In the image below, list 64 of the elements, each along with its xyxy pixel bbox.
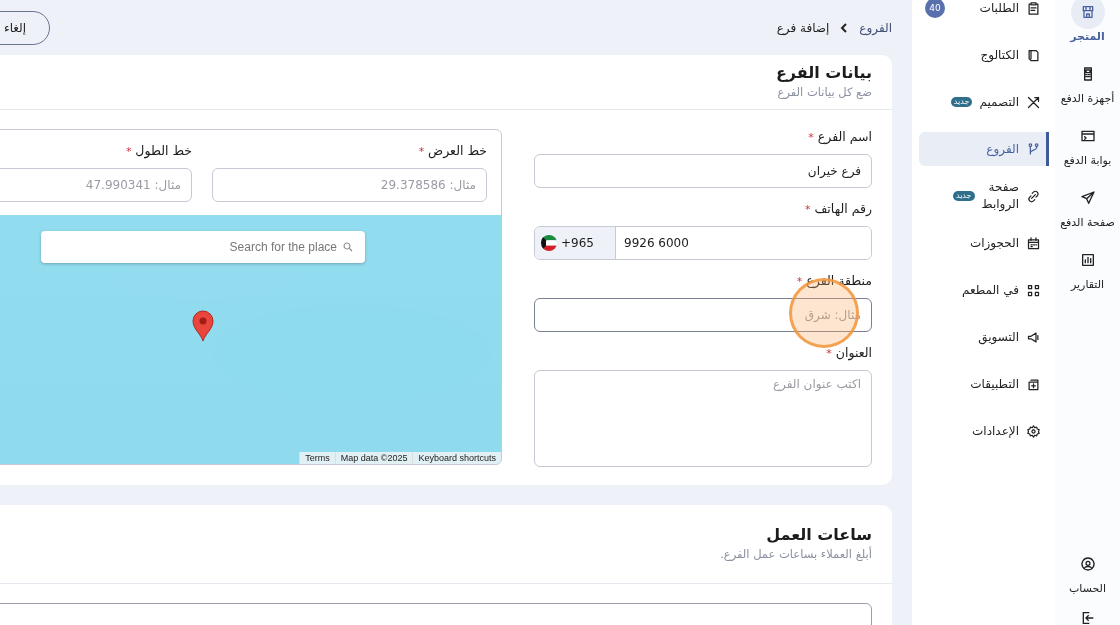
paper-plane-icon	[1079, 190, 1096, 206]
sidebar-label: التطبيقات	[970, 375, 1019, 393]
rail-item[interactable]: أجهزة الدفع	[1060, 57, 1115, 106]
sidebar-label: الطلبات	[979, 0, 1019, 17]
field-label: منطقة الفرع *	[795, 273, 872, 290]
map-attribution-link[interactable]: Map data ©2025	[334, 452, 413, 464]
clipboard-icon	[1026, 0, 1041, 16]
app-icon	[1026, 376, 1041, 392]
sidebar-label: في المطعم	[961, 281, 1019, 299]
count-badge: 40	[925, 0, 945, 18]
branch-name-field[interactable]: فرع خيران	[534, 154, 872, 188]
sidebar-item[interactable]: التسويق	[919, 320, 1049, 354]
breadcrumb-item: إضافة فرع	[776, 20, 830, 35]
map-attribution-link[interactable]: Keyboard shortcuts	[412, 452, 501, 464]
field-label: رقم الهاتف *	[803, 201, 872, 218]
chevron-icon	[839, 21, 850, 34]
section-title: بيانات الفرع	[774, 63, 872, 83]
branch-icon	[1026, 141, 1041, 157]
search-icon	[342, 241, 354, 253]
sidebar-label: الحجوزات	[969, 234, 1019, 252]
book-icon	[1026, 47, 1041, 63]
calendar-icon	[1026, 235, 1041, 251]
tools-icon	[1026, 94, 1041, 110]
terminal-icon	[1079, 128, 1096, 144]
breadcrumb-item[interactable]: الفروع	[859, 20, 892, 35]
section-subtitle: ضع كل بيانات الفرع	[776, 84, 872, 101]
sidebar-item[interactable]: الفروع	[919, 132, 1049, 166]
country-code-selector[interactable]: +965	[535, 227, 616, 259]
qr-icon	[1026, 282, 1041, 298]
sidebar-item[interactable]: الكتالوج	[919, 38, 1049, 72]
field-label: خط الطول *	[124, 143, 192, 160]
bar-chart-icon	[1079, 252, 1096, 268]
address-field[interactable]: اكتب عنوان الفرع	[534, 370, 872, 467]
sidebar-item[interactable]: الإعدادات	[919, 414, 1049, 448]
field-label: اسم الفرع *	[807, 129, 872, 146]
field-label: العنوان *	[825, 345, 872, 362]
map-attribution-link[interactable]: Terms	[299, 452, 335, 464]
latitude-field[interactable]: مثال: 29.378586	[212, 168, 487, 202]
rail-item[interactable]: صفحة الدفع	[1060, 181, 1115, 230]
map-pin-icon[interactable]	[192, 310, 214, 342]
sidebar-label: صفحة الروابط	[981, 179, 1019, 213]
section-title: ساعات العمل	[765, 525, 872, 545]
sidebar-label: التصميم	[979, 93, 1019, 111]
rail-item[interactable]: التقارير	[1070, 243, 1105, 292]
sidebar-item[interactable]: التصميم جديد	[919, 85, 1049, 119]
sidebar-label: التسويق	[978, 328, 1019, 346]
phone-field[interactable]: +965 9926 6000	[534, 226, 872, 260]
longitude-field[interactable]: مثال: 47.990341	[0, 168, 192, 202]
sidebar-item[interactable]: في المطعم	[919, 273, 1049, 307]
map-search-field[interactable]: Search for the place	[41, 231, 365, 263]
sidebar-item[interactable]: الحجوزات	[919, 226, 1049, 260]
new-badge: جديد	[950, 97, 973, 107]
link-icon	[1026, 188, 1041, 204]
sidebar-item[interactable]: التطبيقات	[919, 367, 1049, 401]
sidebar-label: الكتالوج	[980, 46, 1019, 64]
account-button[interactable]: الحساب	[1069, 547, 1106, 596]
kuwait-flag-icon	[541, 235, 557, 251]
section-subtitle: أبلغ العملاء بساعات عمل الفرع.	[719, 545, 872, 563]
field-label: خط العرض *	[417, 143, 487, 160]
settings-icon	[1026, 423, 1041, 439]
rail-item[interactable]: بوابة الدفع	[1063, 119, 1112, 168]
new-badge: جديد	[952, 191, 975, 201]
sidebar-label: الفروع	[986, 140, 1019, 158]
sidebar-label: الإعدادات	[972, 422, 1019, 440]
